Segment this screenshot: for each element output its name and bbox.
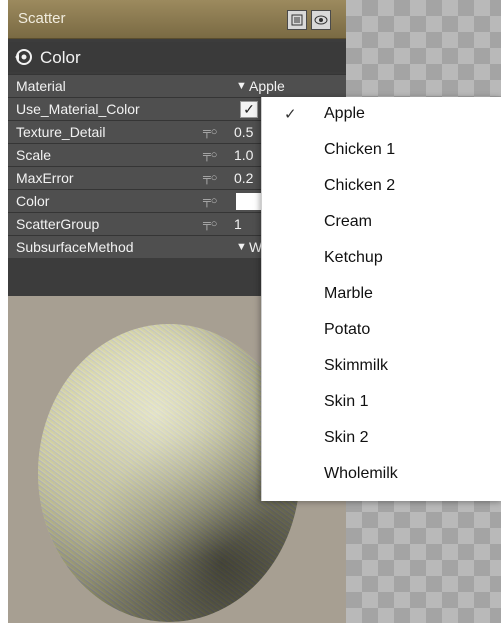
menu-item-label: Marble	[324, 285, 373, 302]
panel-titlebar: Scatter	[8, 0, 346, 39]
eye-icon	[314, 15, 328, 25]
menu-item-cream[interactable]: Cream	[262, 205, 501, 240]
list-icon	[291, 14, 303, 26]
row-label: Scale	[16, 147, 52, 163]
menu-item-apple[interactable]: ✓ Apple	[262, 97, 501, 132]
dropdown-arrow-icon: ▼	[236, 80, 247, 92]
menu-item-label: Potato	[324, 321, 371, 338]
row-label: ScatterGroup	[16, 216, 100, 232]
menu-item-skimmilk[interactable]: Skimmilk	[262, 349, 501, 384]
material-value[interactable]: Apple	[249, 78, 285, 94]
menu-item-chicken-2[interactable]: Chicken 2	[262, 169, 501, 204]
row-material[interactable]: Material ▼ Apple	[8, 74, 346, 97]
row-label: Color	[16, 193, 50, 209]
scatter-group-value[interactable]: 1	[234, 216, 242, 232]
row-label: SubsurfaceMethod	[16, 239, 134, 255]
material-dropdown-menu: ✓ Apple Chicken 1 Chicken 2 Cream Ketchu…	[261, 97, 501, 501]
panel-title: Scatter	[18, 10, 66, 27]
row-label: Texture_Detail	[16, 124, 106, 140]
use-material-color-checkbox[interactable]: ✓	[240, 101, 258, 118]
section-label: Color	[40, 48, 81, 67]
menu-item-label: Chicken 1	[324, 141, 396, 158]
menu-item-marble[interactable]: Marble	[262, 277, 501, 312]
visibility-button[interactable]	[311, 10, 331, 30]
menu-item-chicken-1[interactable]: Chicken 1	[262, 133, 501, 168]
scale-value[interactable]: 1.0	[234, 147, 253, 163]
menu-item-label: Chicken 2	[324, 177, 396, 194]
list-view-button[interactable]	[287, 10, 307, 30]
key-icon[interactable]: ╤○	[203, 195, 217, 207]
menu-item-label: Wholemilk	[324, 465, 398, 482]
menu-item-potato[interactable]: Potato	[262, 313, 501, 348]
section-target-icon	[15, 49, 32, 65]
key-icon[interactable]: ╤○	[203, 126, 217, 138]
dropdown-arrow-icon: ▼	[236, 241, 247, 253]
key-icon[interactable]: ╤○	[203, 218, 217, 230]
key-icon[interactable]: ╤○	[203, 149, 217, 161]
row-label: Use_Material_Color	[16, 101, 140, 117]
max-error-value[interactable]: 0.2	[234, 170, 253, 186]
menu-item-label: Cream	[324, 213, 373, 230]
menu-item-label: Skin 2	[324, 429, 369, 446]
color-section-header[interactable]: Color	[8, 42, 346, 72]
menu-item-skin-1[interactable]: Skin 1	[262, 385, 501, 420]
checkmark-icon: ✓	[284, 106, 297, 123]
menu-item-skin-2[interactable]: Skin 2	[262, 421, 501, 456]
menu-item-label: Skimmilk	[324, 357, 388, 374]
texture-detail-value[interactable]: 0.5	[234, 124, 253, 140]
menu-item-label: Apple	[324, 105, 365, 122]
row-label: Material	[16, 78, 66, 94]
menu-item-label: Ketchup	[324, 249, 383, 266]
key-icon[interactable]: ╤○	[203, 172, 217, 184]
row-label: MaxError	[16, 170, 74, 186]
menu-item-wholemilk[interactable]: Wholemilk	[262, 457, 501, 492]
menu-item-label: Skin 1	[324, 393, 369, 410]
menu-item-ketchup[interactable]: Ketchup	[262, 241, 501, 276]
